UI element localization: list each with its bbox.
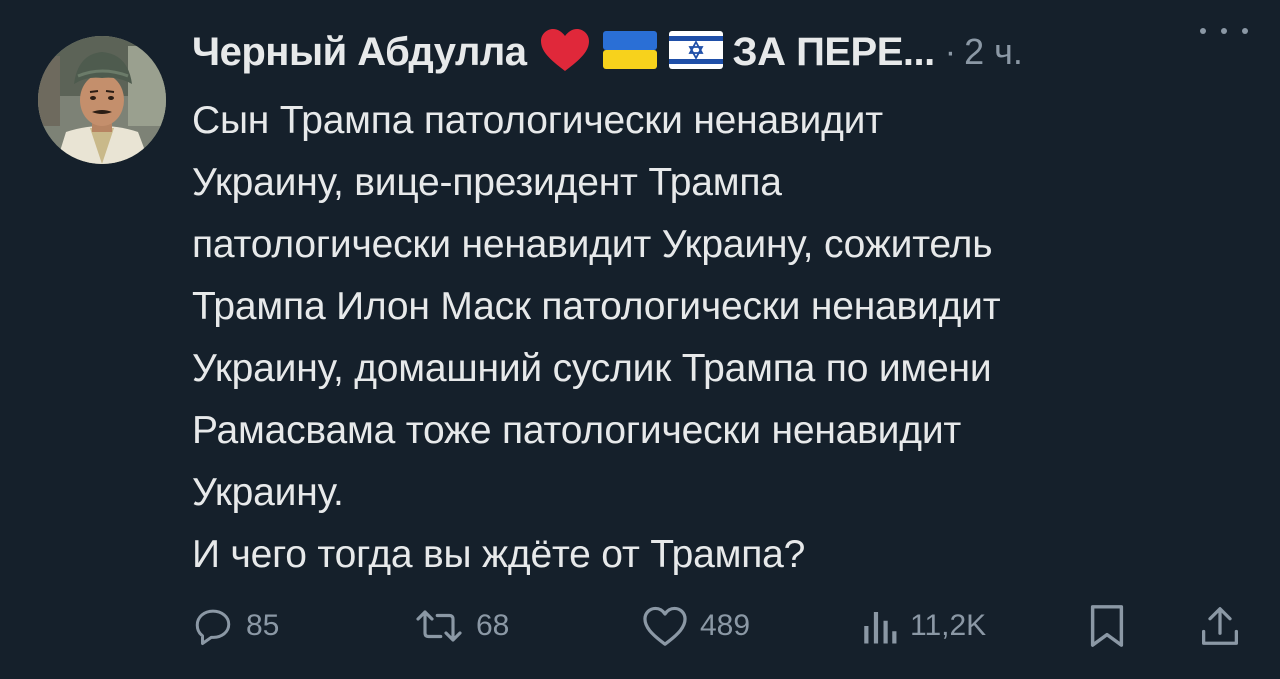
tweet[interactable]: Черный Абдулла ЗА ПЕРЕ... · 2 ч. Сын Тра… <box>0 0 1280 679</box>
like-button[interactable]: 489 <box>642 598 750 654</box>
ukraine-flag-icon <box>602 30 657 74</box>
reply-button[interactable]: 85 <box>192 598 279 654</box>
more-dot-icon <box>1200 28 1206 34</box>
author-name-suffix[interactable]: ЗА ПЕРЕ... <box>733 30 936 75</box>
retweet-button[interactable]: 68 <box>414 598 509 654</box>
share-icon <box>1202 607 1238 645</box>
reply-count: 85 <box>246 609 280 642</box>
retweet-count: 68 <box>476 609 510 642</box>
bookmark-button[interactable] <box>1087 598 1127 654</box>
retweet-icon <box>416 610 462 642</box>
header-separator: · <box>944 32 957 71</box>
author-display-name[interactable]: Черный Абдулла <box>192 30 527 75</box>
more-options-button[interactable] <box>1200 16 1248 46</box>
more-dot-icon <box>1221 28 1227 34</box>
share-button[interactable] <box>1200 598 1240 654</box>
like-count: 489 <box>700 609 751 642</box>
heart-icon <box>643 606 687 646</box>
avatar-photo <box>38 36 166 164</box>
avatar[interactable] <box>38 36 166 164</box>
views-icon <box>864 612 897 644</box>
tweet-header: Черный Абдулла ЗА ПЕРЕ... · 2 ч. <box>192 22 1262 82</box>
more-dot-icon <box>1242 28 1248 34</box>
views-count: 11,2K <box>910 609 987 642</box>
reply-icon <box>195 609 231 645</box>
tweet-actions: 85 68 489 11,2K <box>192 598 1252 654</box>
red-heart-icon <box>539 27 591 78</box>
views-button[interactable]: 11,2K <box>862 598 986 654</box>
tweet-timestamp[interactable]: 2 ч. <box>964 31 1023 73</box>
israel-flag-icon <box>668 30 723 74</box>
bookmark-icon <box>1090 605 1124 647</box>
tweet-text: Сын Трампа патологически ненавидит Украи… <box>192 99 1001 576</box>
